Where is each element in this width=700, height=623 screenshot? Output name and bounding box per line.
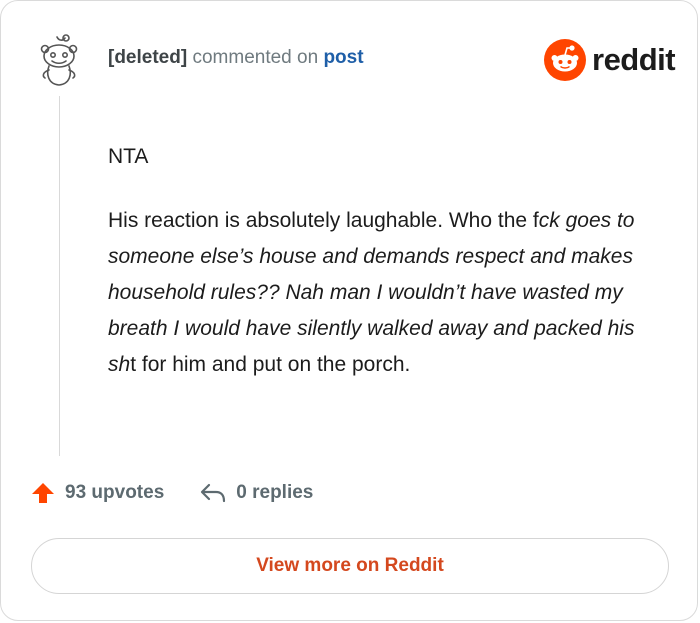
view-more-button[interactable]: View more on Reddit — [31, 538, 669, 594]
upvote-arrow-icon[interactable] — [31, 481, 55, 505]
upvote-count: 93 upvotes — [65, 482, 165, 503]
comment-text-normal-2: t for him and put on the porch. — [130, 353, 411, 376]
reddit-logo-icon — [544, 39, 586, 81]
comment-body: NTA His reaction is absolutely laughable… — [108, 139, 668, 411]
comment-text-normal-1: His reaction is absolutely laughable. Wh… — [108, 209, 539, 232]
comment-footer: 93 upvotes 0 replies — [31, 481, 313, 505]
reddit-wordmark: reddit — [592, 42, 676, 77]
post-link[interactable]: post — [323, 47, 363, 68]
comment-header: [deleted] commented on post — [108, 47, 364, 69]
embedded-comment-card: [deleted] commented on post reddit NTA H… — [0, 0, 698, 621]
reply-count: 0 replies — [236, 482, 314, 503]
reply-arrow-icon[interactable] — [200, 482, 226, 504]
thread-line — [59, 96, 60, 456]
comment-text-italic: ck goes to someone else’s house and dema… — [108, 209, 635, 376]
snoo-avatar-icon — [40, 34, 78, 86]
reddit-logo[interactable]: reddit — [544, 39, 676, 81]
upvote-control[interactable]: 93 upvotes — [31, 481, 164, 505]
comment-paragraph: His reaction is absolutely laughable. Wh… — [108, 203, 668, 383]
comment-verdict: NTA — [108, 145, 149, 168]
author-name[interactable]: [deleted] — [108, 47, 187, 68]
action-text: commented on — [192, 47, 319, 68]
replies-control[interactable]: 0 replies — [200, 482, 313, 504]
